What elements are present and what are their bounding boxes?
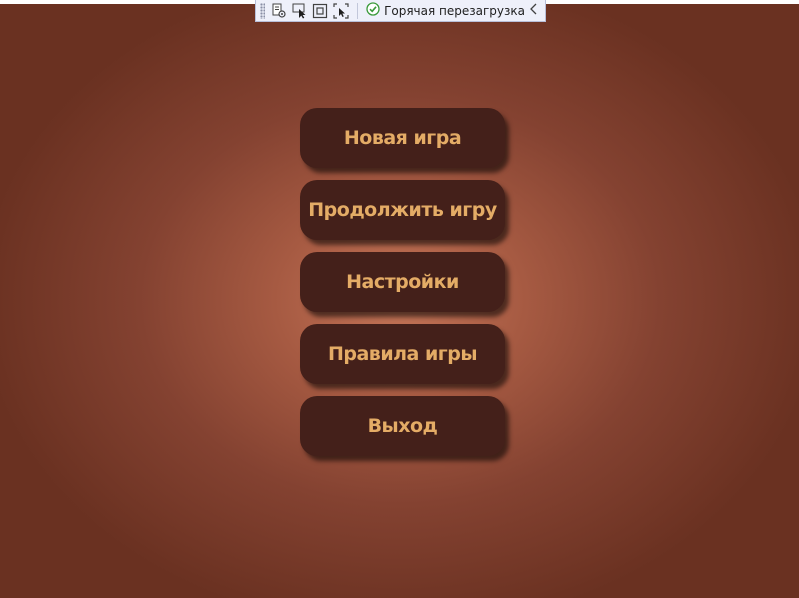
select-element-icon[interactable]	[291, 1, 308, 21]
exit-button[interactable]: Выход	[300, 396, 505, 456]
main-menu: Новая игра Продолжить игру Настройки Пра…	[300, 108, 505, 468]
settings-button[interactable]: Настройки	[300, 252, 505, 312]
continue-game-button[interactable]: Продолжить игру	[300, 180, 505, 240]
track-focused-element-icon[interactable]	[333, 1, 350, 21]
collapse-toolbar-button[interactable]	[529, 3, 539, 18]
hot-reload-status[interactable]: Горячая перезагрузка	[362, 2, 529, 19]
chevron-left-icon	[529, 3, 539, 18]
xaml-debug-toolbar: Горячая перезагрузка	[255, 0, 546, 22]
toolbar-separator	[357, 2, 359, 19]
new-game-button[interactable]: Новая игра	[300, 108, 505, 168]
display-layout-adorners-icon[interactable]	[312, 1, 329, 21]
live-visual-tree-icon[interactable]	[271, 1, 288, 21]
toolbar-grip-handle[interactable]	[260, 2, 265, 19]
hot-reload-label: Горячая перезагрузка	[384, 3, 526, 18]
checkmark-circle-icon	[366, 2, 380, 19]
game-main-menu-window: Горячая перезагрузка Новая игра Продолжи…	[0, 0, 799, 598]
game-rules-button[interactable]: Правила игры	[300, 324, 505, 384]
